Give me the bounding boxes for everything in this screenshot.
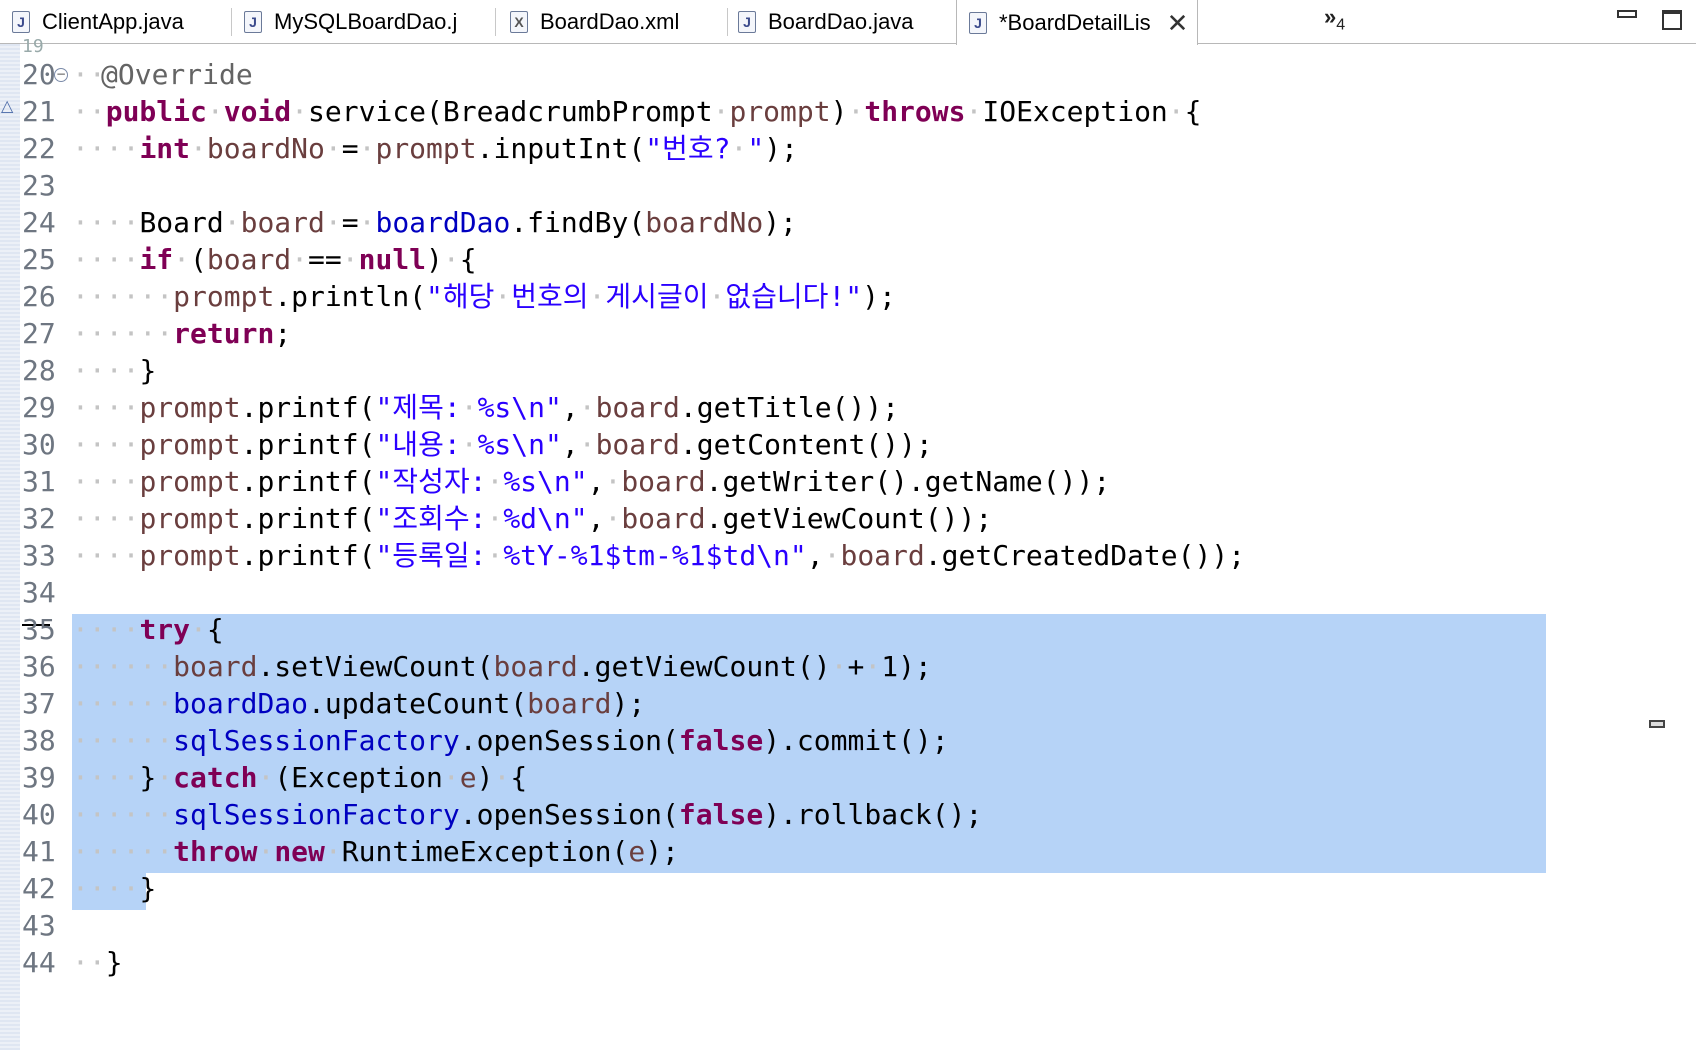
code-line: 22 ····int·boardNo·=·prompt.inputInt("번호… — [0, 129, 1696, 169]
code-line: 26 ······prompt.println("해당·번호의·게시글이·없습니… — [0, 277, 1696, 317]
tab-boarddetaillistener-active[interactable]: J *BoardDetailLis ✕ — [956, 0, 1198, 45]
tab-label: MySQLBoardDao.j — [274, 9, 458, 34]
java-file-icon: J — [12, 11, 30, 33]
code-line: 28 ····} — [0, 351, 1696, 391]
code-line: 39 ····}·catch·(Exception·e)·{ — [0, 758, 1696, 798]
code-line: 41 ······throw·new·RuntimeException(e); — [0, 832, 1696, 872]
code-line: 31 ····prompt.printf("작성자:·%s\n",·board.… — [0, 462, 1696, 502]
code-line: 34 — [0, 573, 1696, 613]
line-number: 23 — [22, 169, 56, 202]
tab-label: BoardDao.xml — [540, 9, 680, 34]
tab-boarddao-xml[interactable]: X BoardDao.xml — [496, 0, 728, 44]
line-number: 19 — [22, 36, 44, 57]
java-file-icon: J — [738, 11, 756, 33]
xml-file-icon: X — [510, 11, 528, 33]
code-line: 27 ······return; — [0, 314, 1696, 354]
line-number: 34 — [22, 576, 56, 609]
tab-overflow-button[interactable]: »4 — [1324, 4, 1345, 34]
override-marker-icon[interactable]: △ — [1, 96, 13, 115]
java-file-icon: J — [969, 11, 987, 34]
code-line: 23 — [0, 166, 1696, 206]
overflow-count: 4 — [1336, 16, 1346, 34]
maximize-icon[interactable] — [1662, 10, 1682, 30]
code-line: 44 ··} — [0, 943, 1696, 983]
code-line: △ 21 ··public·void·service(BreadcrumbPro… — [0, 92, 1696, 132]
code-line: 37 ······boardDao.updateCount(board); — [0, 684, 1696, 724]
code-line: 40 ······sqlSessionFactory.openSession(f… — [0, 795, 1696, 835]
tab-mysqlboarddao-java[interactable]: J MySQLBoardDao.j — [232, 0, 496, 44]
tab-label: BoardDao.java — [768, 9, 914, 34]
code-line: 25 ····if·(board·==·null)·{ — [0, 240, 1696, 280]
code-line: 33 ····prompt.printf("등록일:·%tY-%1$tm-%1$… — [0, 536, 1696, 576]
code-line: 29 ····prompt.printf("제목:·%s\n",·board.g… — [0, 388, 1696, 428]
java-file-icon: J — [244, 11, 262, 33]
code-line: 32 ····prompt.printf("조회수:·%d\n",·board.… — [0, 499, 1696, 539]
close-tab-icon[interactable]: ✕ — [1167, 10, 1189, 36]
editor-tab-bar: J ClientApp.java J MySQLBoardDao.j X Boa… — [0, 0, 1696, 45]
code-line: 35 ····try·{ — [0, 610, 1696, 650]
line-number: 43 — [22, 909, 56, 942]
code-line: 42 ····} — [0, 869, 1696, 909]
code-line: 30 ····prompt.printf("내용:·%s\n",·board.g… — [0, 425, 1696, 465]
tab-label: *BoardDetailLis — [999, 9, 1151, 35]
minimize-icon[interactable] — [1617, 10, 1637, 18]
code-line: 38 ······sqlSessionFactory.openSession(f… — [0, 721, 1696, 761]
tab-boarddao-java[interactable]: J BoardDao.java — [728, 0, 956, 44]
overview-ruler-marker[interactable] — [1649, 720, 1665, 728]
code-line: 36 ······board.setViewCount(board.getVie… — [0, 647, 1696, 687]
code-line: 43 — [0, 906, 1696, 946]
code-editor[interactable]: 19 20 − ·· @Override △ 21 ··public·void·… — [0, 36, 1696, 1050]
tab-label: ClientApp.java — [42, 9, 184, 34]
fold-collapse-icon[interactable]: − — [54, 68, 68, 82]
code-line: 20 − ·· @Override — [0, 55, 1696, 95]
code-line: 24 ····Board·board·=·boardDao.findBy(boa… — [0, 203, 1696, 243]
